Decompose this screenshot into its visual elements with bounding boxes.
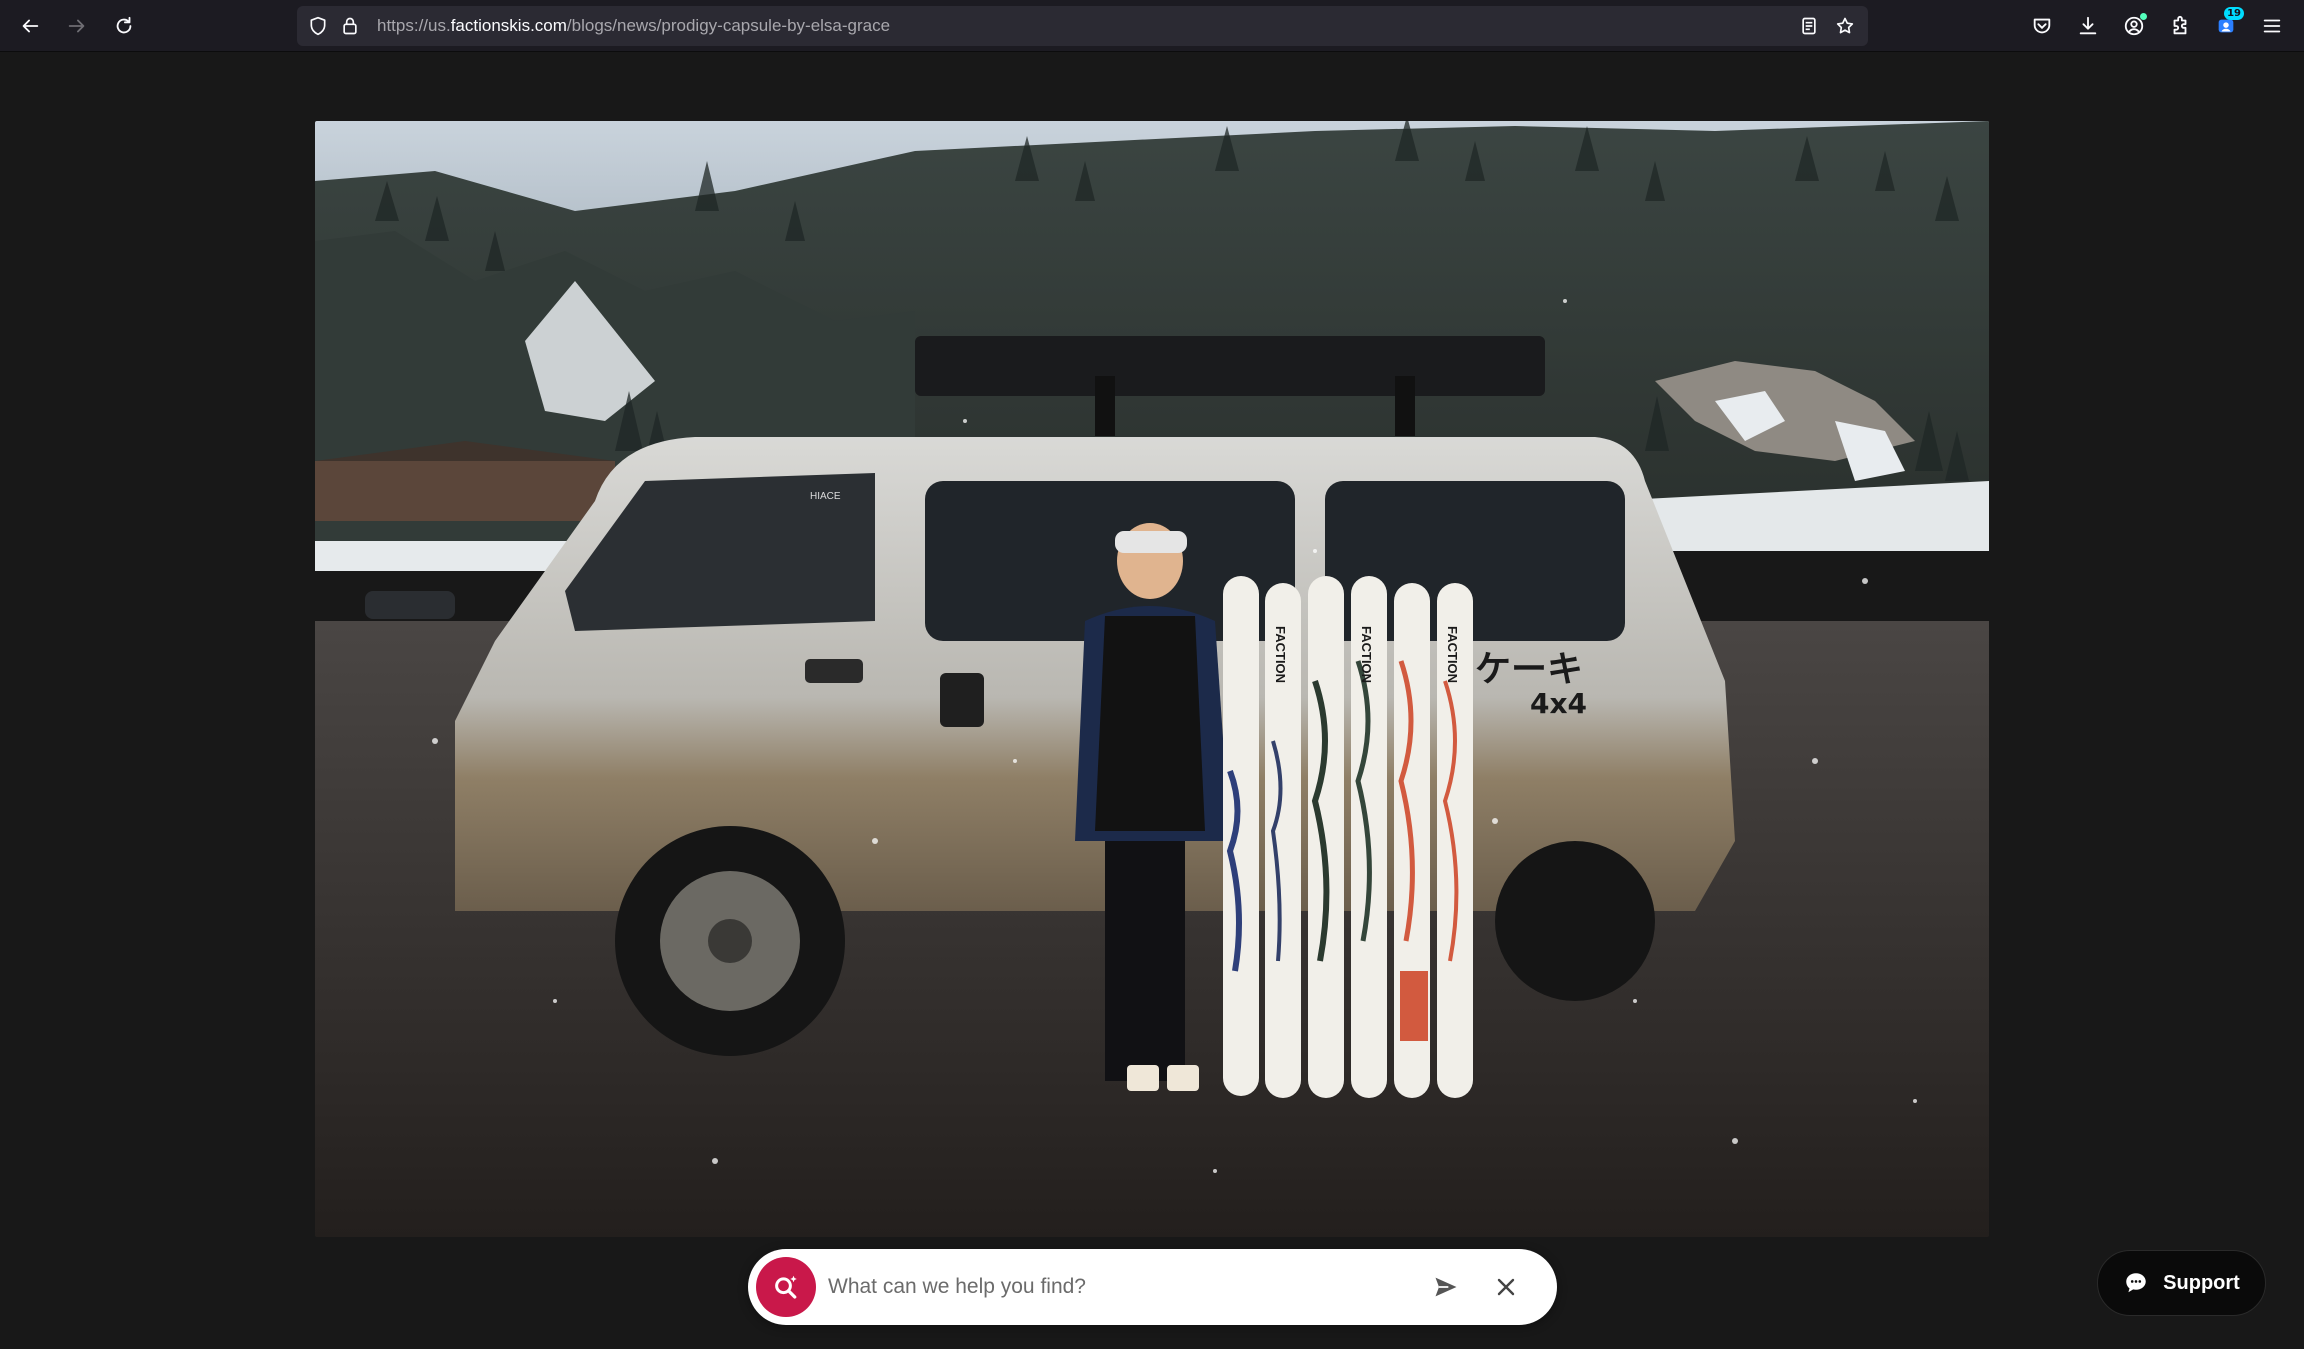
url-path: /blogs/news/prodigy-capsule-by-elsa-grac…: [566, 16, 891, 35]
account-badge: [2140, 13, 2147, 20]
ai-search-logo-icon[interactable]: [756, 1257, 816, 1317]
shield-icon[interactable]: [307, 15, 329, 37]
send-button[interactable]: [1428, 1269, 1464, 1305]
ski-brand-1: FACTION: [1273, 626, 1288, 683]
back-arrow-icon: [22, 19, 39, 33]
chat-bubble-icon: [2126, 1273, 2146, 1293]
hero-illustration: HIACE ケーキ 4x4 FACTION FACTION FACTION: [315, 121, 1989, 1237]
reload-button[interactable]: [108, 10, 140, 42]
reader-view-icon[interactable]: [1798, 15, 1820, 37]
close-search-button[interactable]: [1488, 1269, 1524, 1305]
search-assistant-bar: [748, 1249, 1557, 1325]
puzzle-icon: [2173, 15, 2187, 35]
pocket-icon: [2033, 18, 2051, 34]
van-model-badge: HIACE: [810, 491, 841, 502]
downloads-button[interactable]: [2072, 10, 2104, 42]
van-decal-text: ケーキ: [1475, 649, 1583, 690]
url-domain: factionskis.com: [450, 16, 567, 35]
extensions-button[interactable]: [2164, 10, 2196, 42]
ski-brand-3: FACTION: [1445, 626, 1460, 683]
van-decal-subtext: 4x4: [1530, 687, 1587, 720]
url-prefix: https://us.: [377, 16, 451, 35]
reload-icon: [116, 16, 132, 34]
close-icon: [1497, 1278, 1515, 1296]
hamburger-menu-icon: [2263, 19, 2281, 33]
ski-brand-2: FACTION: [1359, 626, 1374, 683]
url-text[interactable]: https://us.factionskis.com/blogs/news/pr…: [377, 6, 890, 46]
search-input[interactable]: [828, 1267, 1418, 1307]
extension-addon-button[interactable]: 19: [2210, 7, 2244, 42]
hero-photo: HIACE ケーキ 4x4 FACTION FACTION FACTION: [315, 121, 1989, 1237]
lock-icon[interactable]: [339, 15, 361, 37]
extensions-count-badge: 19: [2224, 7, 2244, 20]
app-menu-button[interactable]: [2256, 10, 2288, 42]
forward-button[interactable]: [61, 10, 93, 42]
download-icon: [2079, 16, 2097, 35]
support-label: Support: [2163, 1271, 2240, 1294]
back-button[interactable]: [14, 10, 46, 42]
bookmark-star-icon[interactable]: [1834, 15, 1856, 37]
support-chat-button[interactable]: Support: [2097, 1250, 2266, 1316]
browser-toolbar: https://us.factionskis.com/blogs/news/pr…: [0, 0, 2304, 52]
forward-arrow-icon: [68, 19, 85, 33]
account-button[interactable]: [2118, 10, 2150, 42]
address-bar[interactable]: https://us.factionskis.com/blogs/news/pr…: [297, 6, 1868, 46]
send-icon: [1435, 1277, 1457, 1297]
pocket-button[interactable]: [2026, 10, 2058, 42]
